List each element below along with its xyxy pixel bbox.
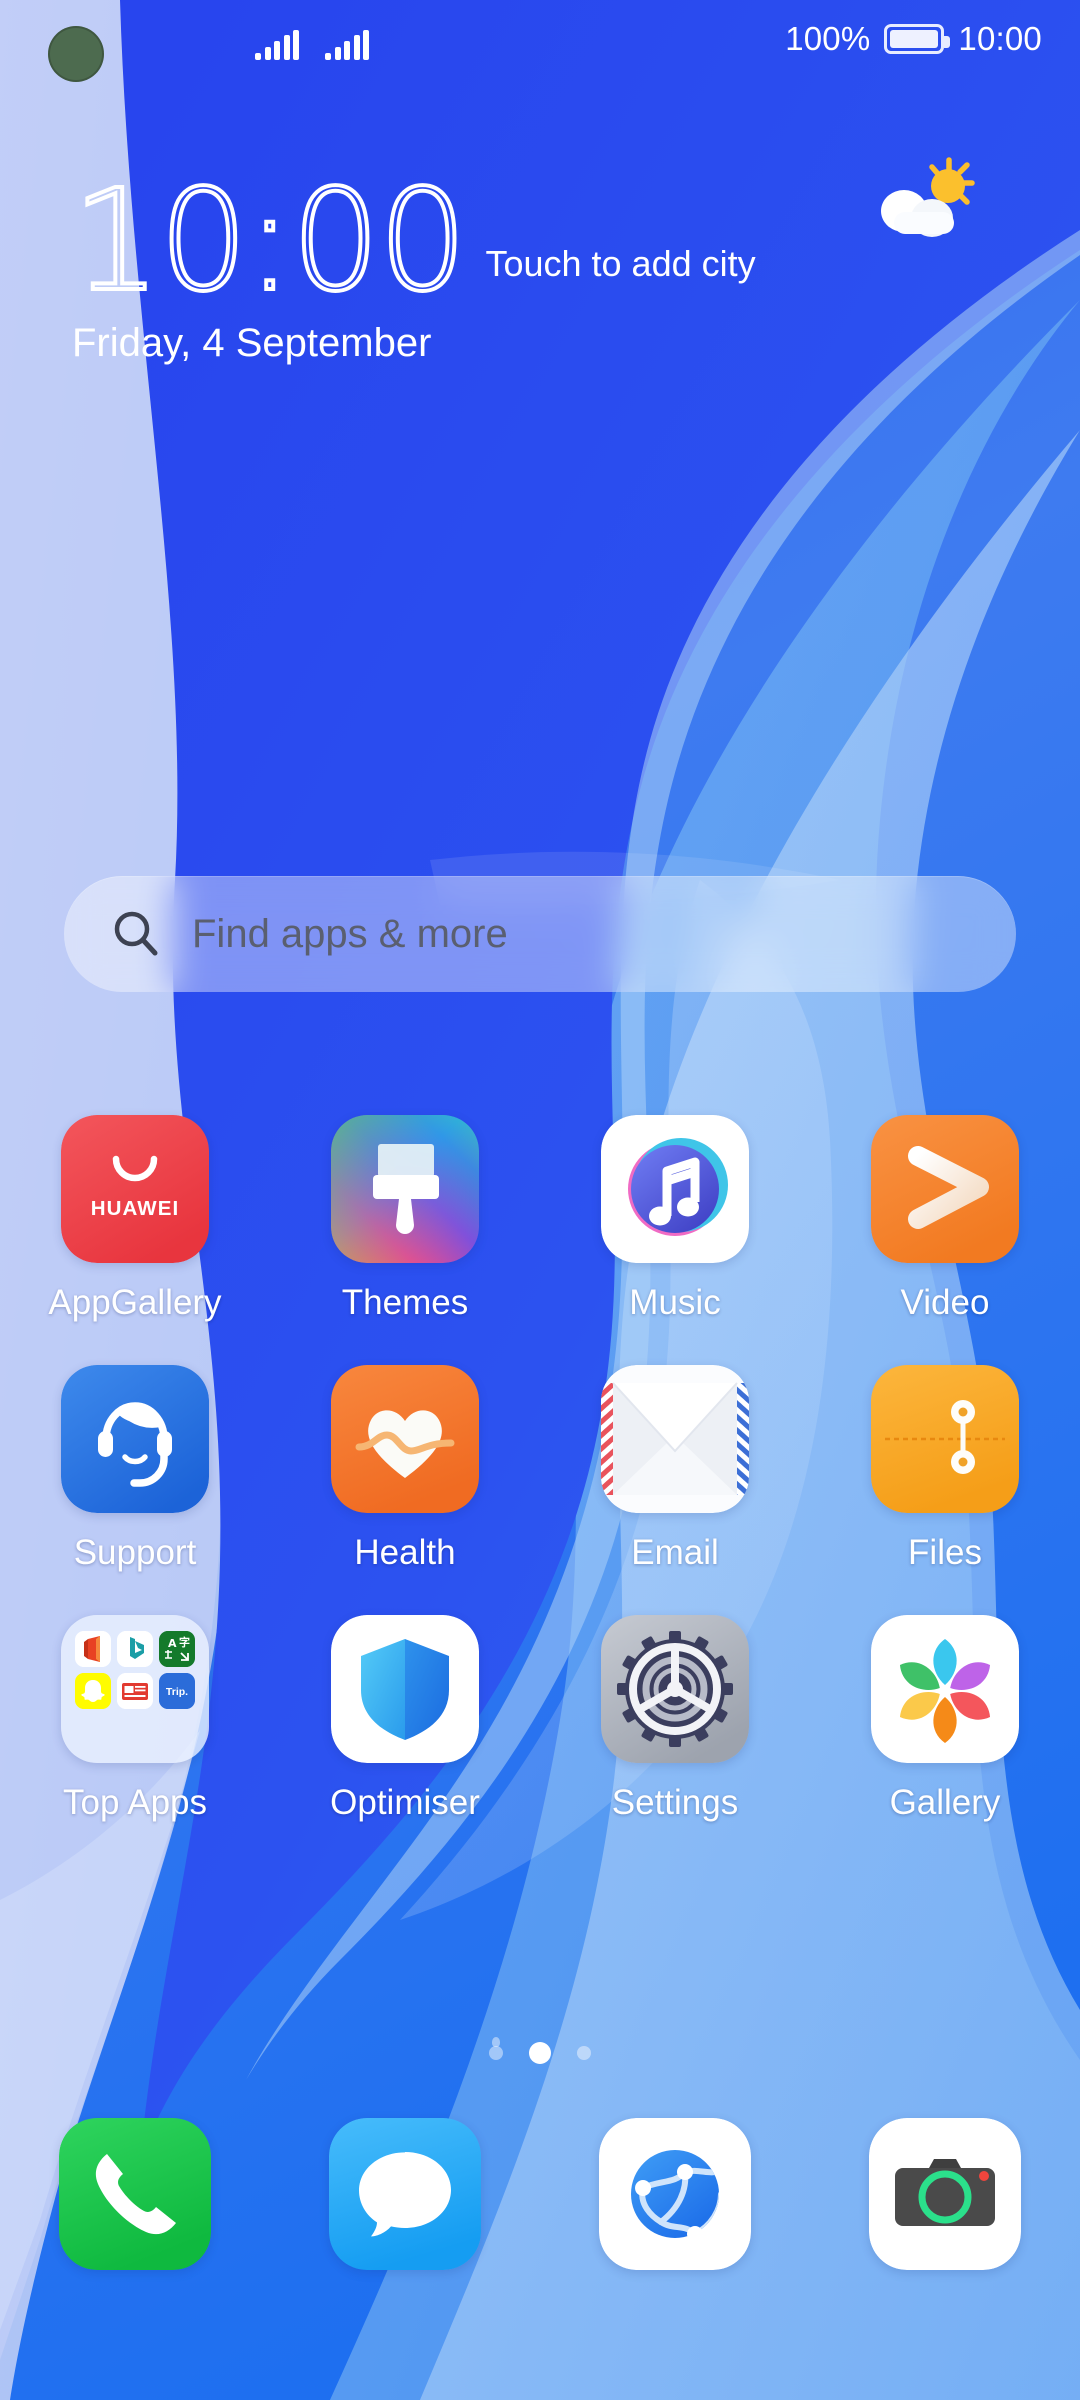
app-health[interactable]: Health xyxy=(270,1365,540,1573)
video-icon[interactable] xyxy=(871,1115,1019,1263)
status-bar: 100% 10:00 xyxy=(0,0,1080,88)
svg-text:A: A xyxy=(168,1637,177,1650)
app-email[interactable]: Email xyxy=(540,1365,810,1573)
page-indicator[interactable] xyxy=(0,2042,1080,2064)
app-grid-row: HUAWEI AppGallery Themes Music Video xyxy=(0,1115,1080,1323)
camera-icon[interactable] xyxy=(869,2118,1021,2270)
battery-full-icon xyxy=(884,24,951,54)
status-bar-right-group: 100% 10:00 xyxy=(785,20,1042,58)
svg-text:字: 字 xyxy=(179,1635,190,1649)
app-folder-top-apps[interactable]: A 字 Trip. Top Apps xyxy=(0,1615,270,1823)
app-video[interactable]: Video xyxy=(810,1115,1080,1323)
files-icon[interactable] xyxy=(871,1365,1019,1513)
translate-icon: A 字 xyxy=(159,1631,195,1667)
status-bar-signal-group xyxy=(255,30,369,60)
page-dot-2[interactable] xyxy=(577,2046,591,2060)
health-icon[interactable] xyxy=(331,1365,479,1513)
page-dot-active[interactable] xyxy=(529,2042,551,2064)
app-grid-row: A 字 Trip. Top Apps Optimiser Settings Ga… xyxy=(0,1615,1080,1823)
phone-icon[interactable] xyxy=(59,2118,211,2270)
app-grid: HUAWEI AppGallery Themes Music Video Sup… xyxy=(0,1115,1080,1865)
signal-bars-sim1-icon xyxy=(255,30,299,60)
home-screen: 100% 10:00 10:00 Touch to add city Frida… xyxy=(0,0,1080,2400)
app-label: Music xyxy=(629,1283,721,1322)
svg-text:Trip.: Trip. xyxy=(166,1686,188,1698)
search-bar[interactable]: Find apps & more xyxy=(64,876,1016,992)
app-themes[interactable]: Themes xyxy=(270,1115,540,1323)
office-icon xyxy=(75,1631,111,1667)
app-files[interactable]: Files xyxy=(810,1365,1080,1573)
snapchat-icon xyxy=(75,1673,111,1709)
front-camera-punch-hole xyxy=(48,26,104,82)
appgallery-icon[interactable]: HUAWEI xyxy=(61,1115,209,1263)
app-label: Files xyxy=(908,1533,982,1572)
app-label: Settings xyxy=(611,1783,739,1822)
clock-date: Friday, 4 September xyxy=(72,320,432,365)
app-settings[interactable]: Settings xyxy=(540,1615,810,1823)
gallery-icon[interactable] xyxy=(871,1615,1019,1763)
dock-app-camera[interactable] xyxy=(810,2118,1080,2270)
add-city-hint[interactable]: Touch to add city xyxy=(485,243,755,285)
page-dot-widgets[interactable] xyxy=(489,2046,503,2060)
clock-time[interactable]: 10:00 xyxy=(70,170,469,314)
news-icon xyxy=(117,1673,153,1709)
app-label: Support xyxy=(73,1533,197,1572)
app-label: Optimiser xyxy=(330,1783,480,1822)
search-input-placeholder[interactable]: Find apps & more xyxy=(192,912,508,957)
app-support[interactable]: Support xyxy=(0,1365,270,1573)
dock-app-phone[interactable] xyxy=(0,2118,270,2270)
app-music[interactable]: Music xyxy=(540,1115,810,1323)
email-icon[interactable] xyxy=(601,1365,749,1513)
music-icon[interactable] xyxy=(601,1115,749,1263)
bing-icon xyxy=(117,1631,153,1667)
search-icon xyxy=(110,908,162,960)
app-label: Top Apps xyxy=(63,1783,207,1822)
optimiser-icon[interactable] xyxy=(331,1615,479,1763)
app-gallery[interactable]: Gallery xyxy=(810,1615,1080,1823)
app-label: Video xyxy=(900,1283,990,1322)
messages-icon[interactable] xyxy=(329,2118,481,2270)
signal-bars-sim2-icon xyxy=(325,30,369,60)
trip-icon: Trip. xyxy=(159,1673,195,1709)
app-appgallery[interactable]: HUAWEI AppGallery xyxy=(0,1115,270,1323)
app-label: Health xyxy=(354,1533,456,1572)
app-grid-row: Support Health Email Files xyxy=(0,1365,1080,1573)
clock-weather-widget[interactable]: 10:00 Touch to add city Friday, 4 Septem… xyxy=(70,157,1012,366)
sun-behind-cloud-icon[interactable] xyxy=(870,156,980,256)
themes-icon[interactable] xyxy=(331,1115,479,1263)
status-bar-clock: 10:00 xyxy=(958,20,1042,57)
battery-percent-label: 100% xyxy=(785,20,871,57)
app-label: Themes xyxy=(341,1283,469,1322)
dock-app-browser[interactable] xyxy=(540,2118,810,2270)
app-label: AppGallery xyxy=(48,1283,222,1322)
support-icon[interactable] xyxy=(61,1365,209,1513)
dock xyxy=(0,2118,1080,2270)
app-label: Email xyxy=(631,1533,719,1572)
app-label: Gallery xyxy=(889,1783,1001,1822)
settings-icon[interactable] xyxy=(601,1615,749,1763)
dock-app-messages[interactable] xyxy=(270,2118,540,2270)
clock-row: 10:00 Touch to add city xyxy=(70,157,1012,314)
folder-icon[interactable]: A 字 Trip. xyxy=(61,1615,209,1763)
app-optimiser[interactable]: Optimiser xyxy=(270,1615,540,1823)
browser-icon[interactable] xyxy=(599,2118,751,2270)
svg-text:HUAWEI: HUAWEI xyxy=(91,1197,180,1220)
